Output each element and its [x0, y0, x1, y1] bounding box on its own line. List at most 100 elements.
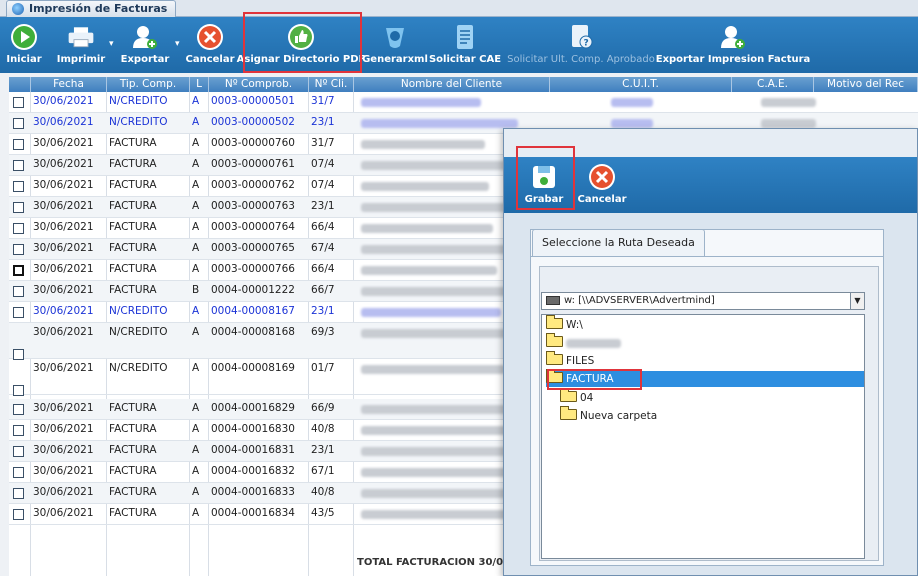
cell-fecha: 30/06/2021: [33, 200, 94, 212]
cell-l: A: [192, 402, 200, 414]
cell-tipo: FACTURA: [109, 507, 157, 519]
row-checkbox[interactable]: [13, 467, 24, 478]
col-cliente[interactable]: Nombre del Cliente: [354, 77, 550, 92]
cell-tipo: FACTURA: [109, 200, 157, 212]
request-cae-button[interactable]: Solicitar CAE: [429, 17, 501, 73]
generate-xml-button[interactable]: Generarxml: [362, 17, 428, 73]
export-user-icon: [130, 22, 160, 52]
cell-fecha: 30/06/2021: [33, 507, 94, 519]
folder-node[interactable]: Nueva carpeta: [560, 406, 657, 424]
cell-l: A: [192, 137, 200, 149]
cell-comprob: 0004-00016831: [211, 444, 295, 456]
row-checkbox[interactable]: [13, 286, 24, 297]
col-l[interactable]: L: [190, 77, 209, 92]
col-comprob[interactable]: Nº Comprob.: [209, 77, 309, 92]
row-checkbox[interactable]: [13, 446, 24, 457]
cell-tipo: FACTURA: [109, 444, 157, 456]
col-cae[interactable]: C.A.E.: [732, 77, 814, 92]
row-checkbox[interactable]: [13, 509, 24, 520]
cell-fecha: 30/06/2021: [33, 284, 94, 296]
export-invoice-print-button[interactable]: Exportar Impresion Factura: [656, 17, 810, 73]
folder-node[interactable]: 04: [560, 388, 593, 406]
cell-fecha: 30/06/2021: [33, 486, 94, 498]
row-checkbox[interactable]: [13, 404, 24, 415]
col-fecha[interactable]: Fecha: [31, 77, 107, 92]
cell-l: A: [192, 242, 200, 254]
row-checkbox[interactable]: [13, 118, 24, 129]
cell-fecha: 30/06/2021: [33, 326, 94, 338]
col-motivo[interactable]: Motivo del Rec: [814, 77, 918, 92]
folder-node[interactable]: [546, 333, 621, 351]
cell-fecha: 30/06/2021: [33, 305, 94, 317]
window-tab[interactable]: Impresión de Facturas: [6, 0, 177, 17]
folder-dialog: Grabar Cancelar Seleccione la Ruta Desea…: [503, 128, 918, 576]
cell-tipo: N/CREDITO: [109, 116, 168, 128]
folder-node[interactable]: W:\: [546, 315, 583, 333]
main-toolbar: Iniciar Imprimir ▾ Exportar ▾ Cancelar A…: [0, 17, 918, 73]
window-title: Impresión de Facturas: [29, 2, 168, 15]
row-checkbox[interactable]: [13, 385, 24, 396]
table-row[interactable]: 30/06/2021 N/CREDITO A 0003-00000501 31/7: [9, 92, 918, 113]
cell-cli: 31/7: [311, 137, 335, 149]
printer-icon: [66, 22, 96, 52]
cell-cli: 31/7: [311, 95, 335, 107]
app-icon: [12, 3, 24, 15]
cell-tipo: FACTURA: [109, 263, 157, 275]
print-button[interactable]: Imprimir: [56, 17, 106, 73]
cell-comprob: 0003-00000761: [211, 158, 295, 170]
cell-cli: 01/7: [311, 362, 335, 374]
export-dropdown-icon[interactable]: ▾: [175, 39, 180, 49]
row-checkbox[interactable]: [13, 160, 24, 171]
chevron-down-icon[interactable]: ▼: [850, 293, 864, 309]
cell-comprob: 0004-00016834: [211, 507, 295, 519]
cell-comprob: 0003-00000765: [211, 242, 295, 254]
col-cli[interactable]: Nº Cli.: [309, 77, 354, 92]
cell-cli: 66/7: [311, 284, 335, 296]
cell-l: A: [192, 221, 200, 233]
cell-l: A: [192, 305, 200, 317]
cell-cli: 23/1: [311, 116, 335, 128]
folder-node[interactable]: FILES: [546, 351, 594, 369]
folder-icon: [560, 406, 577, 420]
row-checkbox[interactable]: [13, 181, 24, 192]
cell-tipo: FACTURA: [109, 137, 157, 149]
cell-l: A: [192, 423, 200, 435]
play-icon: [9, 22, 39, 52]
cell-tipo: FACTURA: [109, 465, 157, 477]
cell-l: A: [192, 444, 200, 456]
cell-tipo: N/CREDITO: [109, 95, 168, 107]
cell-tipo: FACTURA: [109, 221, 157, 233]
cell-l: A: [192, 326, 200, 338]
cell-comprob: 0003-00000502: [211, 116, 295, 128]
cell-l: A: [192, 263, 200, 275]
cell-fecha: 30/06/2021: [33, 362, 94, 374]
cell-l: A: [192, 507, 200, 519]
cell-comprob: 0003-00000762: [211, 179, 295, 191]
tab-route[interactable]: Seleccione la Ruta Deseada: [532, 229, 705, 257]
drive-select[interactable]: w: [\\ADVSERVER\Advertmind] ▼: [541, 292, 865, 310]
cell-tipo: FACTURA: [109, 486, 157, 498]
row-checkbox[interactable]: [13, 139, 24, 150]
row-checkbox[interactable]: [13, 202, 24, 213]
cell-comprob: 0004-00016833: [211, 486, 295, 498]
row-checkbox[interactable]: [13, 265, 24, 276]
cell-fecha: 30/06/2021: [33, 95, 94, 107]
col-tipo[interactable]: Tip. Comp.: [107, 77, 190, 92]
cancel-button[interactable]: Cancelar: [185, 17, 235, 73]
cell-l: A: [192, 362, 200, 374]
cancel-icon: [195, 22, 225, 52]
row-checkbox[interactable]: [13, 425, 24, 436]
row-checkbox[interactable]: [13, 97, 24, 108]
row-checkbox[interactable]: [13, 488, 24, 499]
export-button[interactable]: Exportar: [118, 17, 172, 73]
start-button[interactable]: Iniciar: [4, 17, 44, 73]
row-checkbox[interactable]: [13, 244, 24, 255]
network-drive-icon: [546, 296, 560, 305]
grid-header: Fecha Tip. Comp. L Nº Comprob. Nº Cli. N…: [9, 77, 918, 92]
dialog-cancel-button[interactable]: Cancelar: [577, 157, 627, 213]
cell-cli: 23/1: [311, 444, 335, 456]
print-dropdown-icon[interactable]: ▾: [109, 39, 114, 49]
row-checkbox[interactable]: [13, 307, 24, 318]
col-cuit[interactable]: C.U.I.T.: [550, 77, 732, 92]
row-checkbox[interactable]: [13, 223, 24, 234]
